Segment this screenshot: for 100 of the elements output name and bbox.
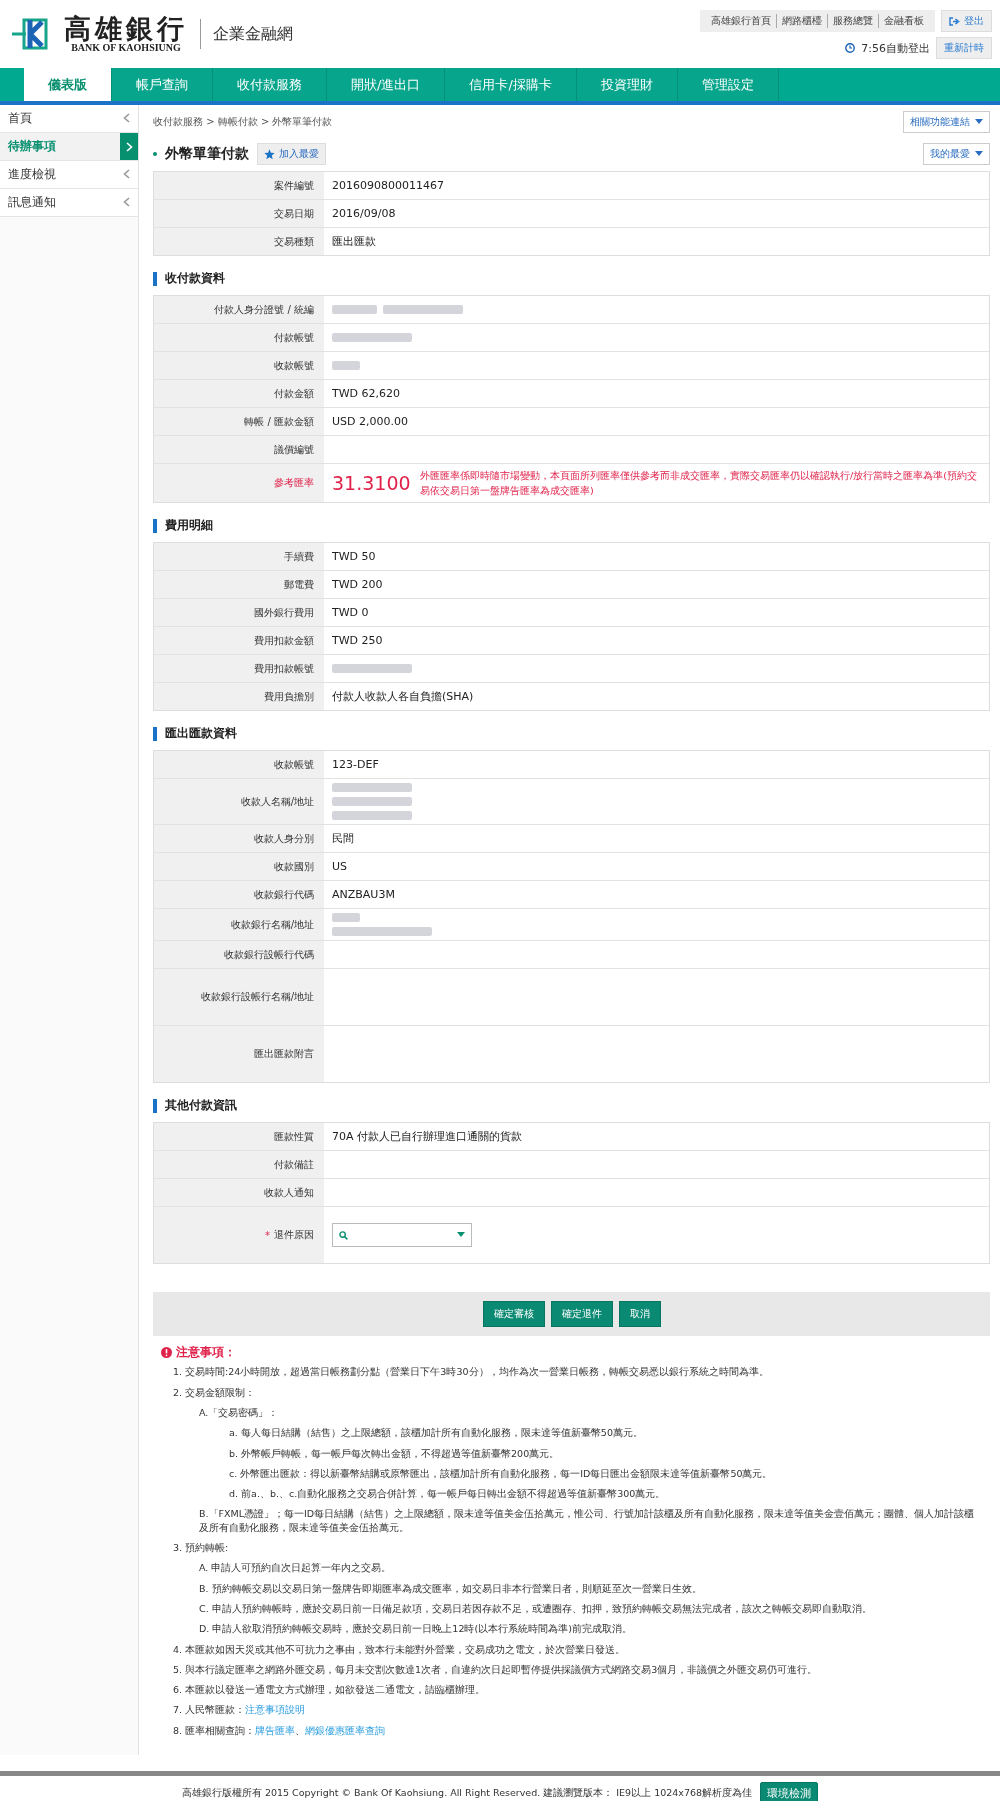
field-value: TWD 50 — [332, 550, 376, 564]
environment-check-button[interactable]: 環境檢測 — [760, 1782, 819, 1801]
add-favorite-button[interactable]: 加入最愛 — [257, 143, 326, 165]
section-title: 匯出匯款資料 — [165, 725, 237, 743]
note-text: 7. 人民幣匯款：注意事項說明 — [173, 1703, 307, 1717]
nav-tab[interactable]: 投資理財 — [576, 68, 678, 101]
field-label: 參考匯率 — [154, 464, 324, 503]
field-value: 2016090800011467 — [332, 179, 444, 192]
field-label: 郵電費 — [154, 571, 324, 599]
header-link[interactable]: 高雄銀行首頁 — [706, 14, 777, 28]
note-text: d. 前a.、b.、c.自動化服務之交易合併計算，每一帳戶每日轉出金額不得超過等值新臺幣300萬元。 — [229, 1487, 667, 1501]
action-button[interactable]: 確定退件 — [550, 1301, 613, 1328]
chevron-icon — [123, 196, 130, 207]
chevron-icon — [123, 168, 130, 179]
nav-tab[interactable]: 儀表版 — [24, 68, 112, 101]
nav-tab[interactable]: 收付款服務 — [213, 68, 327, 101]
note-text: 3. 預約轉帳: — [173, 1541, 230, 1555]
field-label: 付款金額 — [154, 380, 324, 407]
field-value: TWD 0 — [332, 606, 369, 620]
rate-notice: 外匯匯率係即時隨市場變動，本頁面所列匯率僅供參考而非成交匯率，實際交易匯率仍以確認執行/放行當時之匯率為準(預約交易依交易日第一盤牌告匯率為成交匯率) — [420, 469, 978, 499]
nav-tab[interactable]: 信用卡/採購卡 — [445, 68, 577, 101]
sidebar-item[interactable]: 首頁 — [0, 105, 138, 133]
chevron-icon — [125, 141, 133, 152]
field-value: 2016/09/08 — [332, 207, 396, 220]
header-link[interactable]: 金融看板 — [879, 14, 929, 28]
field-label: 付款人身分證號 / 統編 — [154, 296, 324, 323]
note-text: C. 申請人預約轉帳時，應於交易日前一日備足款項，交易日若因存款不足，或遭圈存、扣押，致預約轉帳交易無法完成者，該次之轉帳交易即自動取消。 — [199, 1601, 873, 1616]
search-icon — [339, 1230, 348, 1240]
field-label: 議價編號 — [154, 436, 324, 463]
note-text: A.「交易密碼」： — [199, 1405, 280, 1420]
caret-icon — [975, 151, 983, 157]
nav-tab[interactable]: 開狀/進出口 — [327, 68, 446, 101]
note-text: A. 申請人可預約自次日起算一年內之交易。 — [199, 1561, 393, 1575]
note-text: 6. 本匯款以發送一通電文方式辦理，如欲發送二通電文，請臨櫃辦理。 — [173, 1683, 487, 1697]
header-link[interactable]: 服務總覽 — [828, 14, 879, 28]
sidebar-item[interactable]: 待辦事項 — [0, 133, 138, 161]
field-label: 收款帳號 — [154, 352, 324, 379]
notes-title: 注意事項： — [176, 1344, 236, 1362]
logout-timer: 7:56自動登出 — [861, 40, 930, 56]
field-label: 費用扣款金額 — [154, 627, 324, 655]
nav-tab[interactable]: 帳戶查詢 — [112, 68, 213, 101]
field-label: 國外銀行費用 — [154, 599, 324, 627]
reason-select[interactable] — [332, 1223, 472, 1248]
field-label: 收款人名稱/地址 — [154, 779, 324, 825]
chevron-icon — [123, 112, 130, 123]
nav-tab[interactable]: 管理設定 — [677, 68, 779, 101]
caret-icon — [457, 1232, 465, 1239]
field-label: 收款帳號 — [154, 751, 324, 779]
section-title: 其他付款資訊 — [165, 1097, 237, 1115]
clock-icon — [845, 43, 856, 53]
sidebar-item[interactable]: 進度檢視 — [0, 161, 138, 189]
redacted-value — [332, 361, 360, 370]
note-link[interactable]: 注意事項說明 — [245, 1704, 306, 1716]
field-label: 收款人通知 — [154, 1179, 324, 1207]
field-label: 費用扣款帳號 — [154, 655, 324, 683]
action-button[interactable]: 取消 — [618, 1301, 661, 1328]
note-text: 1. 交易時間:24小時開放，超過當日帳務劃分點（營業日下午3時30分），均作為次一營業日帳務，轉帳交易悉以銀行系統之時間為準。 — [173, 1365, 770, 1379]
field-label: 收款人身分別 — [154, 825, 324, 853]
field-label: 轉帳 / 匯款金額 — [154, 408, 324, 435]
section-title: 費用明細 — [165, 517, 213, 535]
field-label: 收款銀行名稱/地址 — [154, 909, 324, 941]
star-icon — [264, 148, 275, 160]
favorites-dropdown[interactable]: 我的最愛 — [923, 143, 990, 165]
field-label: 交易種類 — [154, 228, 324, 255]
section-title: 收付款資料 — [165, 270, 225, 287]
field-value: 匯出匯款 — [332, 234, 376, 249]
field-value: USD 2,000.00 — [332, 415, 408, 428]
related-links-dropdown[interactable]: 相關功能連結 — [903, 111, 990, 133]
logout-icon — [949, 16, 960, 26]
field-label: 付款備註 — [154, 1151, 324, 1179]
logout-button[interactable]: 登出 — [941, 10, 992, 32]
field-label: 收款銀行設帳行代碼 — [154, 941, 324, 969]
field-label: 匯出匯款附言 — [154, 1026, 324, 1083]
note-link[interactable]: 網銀優惠匯率查詢 — [305, 1724, 386, 1736]
bank-name-english: BANK OF KAOHSIUNG — [71, 42, 181, 53]
sidebar-item[interactable]: 訊息通知 — [0, 189, 138, 217]
note-text: 2. 交易金額限制： — [173, 1385, 257, 1399]
note-text: a. 每人每日結購（結售）之上限總額，該櫃加計所有自動化服務，限未達等值新臺幣50萬元。 — [229, 1426, 644, 1440]
field-label: 手續費 — [154, 543, 324, 571]
site-name: 企業金融網 — [213, 23, 293, 45]
page-title: 外幣單筆付款 — [165, 145, 249, 163]
field-label: 收款國別 — [154, 853, 324, 881]
note-text: c. 外幣匯出匯款：得以新臺幣結購或原幣匯出，該櫃加計所有自動化服務，每一ID每日匯出金額限未達等值新臺幣50萬元。 — [229, 1466, 774, 1481]
caret-icon — [975, 119, 983, 125]
note-text: 5. 與本行議定匯率之網路外匯交易，每月未交割次數達1次者，自違約次日起即暫停提供採議價方式網路交易3個月，非議價之外匯交易仍可進行。 — [173, 1662, 819, 1677]
bank-name: 高雄銀行 — [64, 15, 188, 42]
note-text: 8. 匯率相關查詢：牌告匯率、網銀優惠匯率查詢 — [173, 1723, 387, 1737]
field-label: 付款帳號 — [154, 324, 324, 351]
field-value: 70A 付款人已自行辦理進口通關的貨款 — [332, 1129, 523, 1145]
redacted-value — [332, 913, 360, 923]
reset-timer-button[interactable]: 重新計時 — [936, 37, 992, 59]
alert-icon — [161, 1347, 172, 1359]
field-value: TWD 200 — [332, 578, 383, 592]
note-text: B. 預約轉帳交易以交易日第一盤牌告即期匯率為成交匯率，如交易日非本行營業日者，則順延至次一營業日生效。 — [199, 1581, 703, 1595]
action-button[interactable]: 確定審核 — [482, 1301, 545, 1328]
field-value: ANZBAU3M — [332, 888, 395, 902]
field-label: 案件編號 — [154, 172, 324, 199]
header-link[interactable]: 網路櫃檯 — [777, 14, 828, 28]
breadcrumb: 收付款服務 > 轉帳付款 > 外幣單筆付款 — [153, 115, 333, 129]
note-text: b. 外幣帳戶轉帳，每一帳戶每次轉出金額，不得超過等值新臺幣200萬元。 — [229, 1446, 561, 1460]
